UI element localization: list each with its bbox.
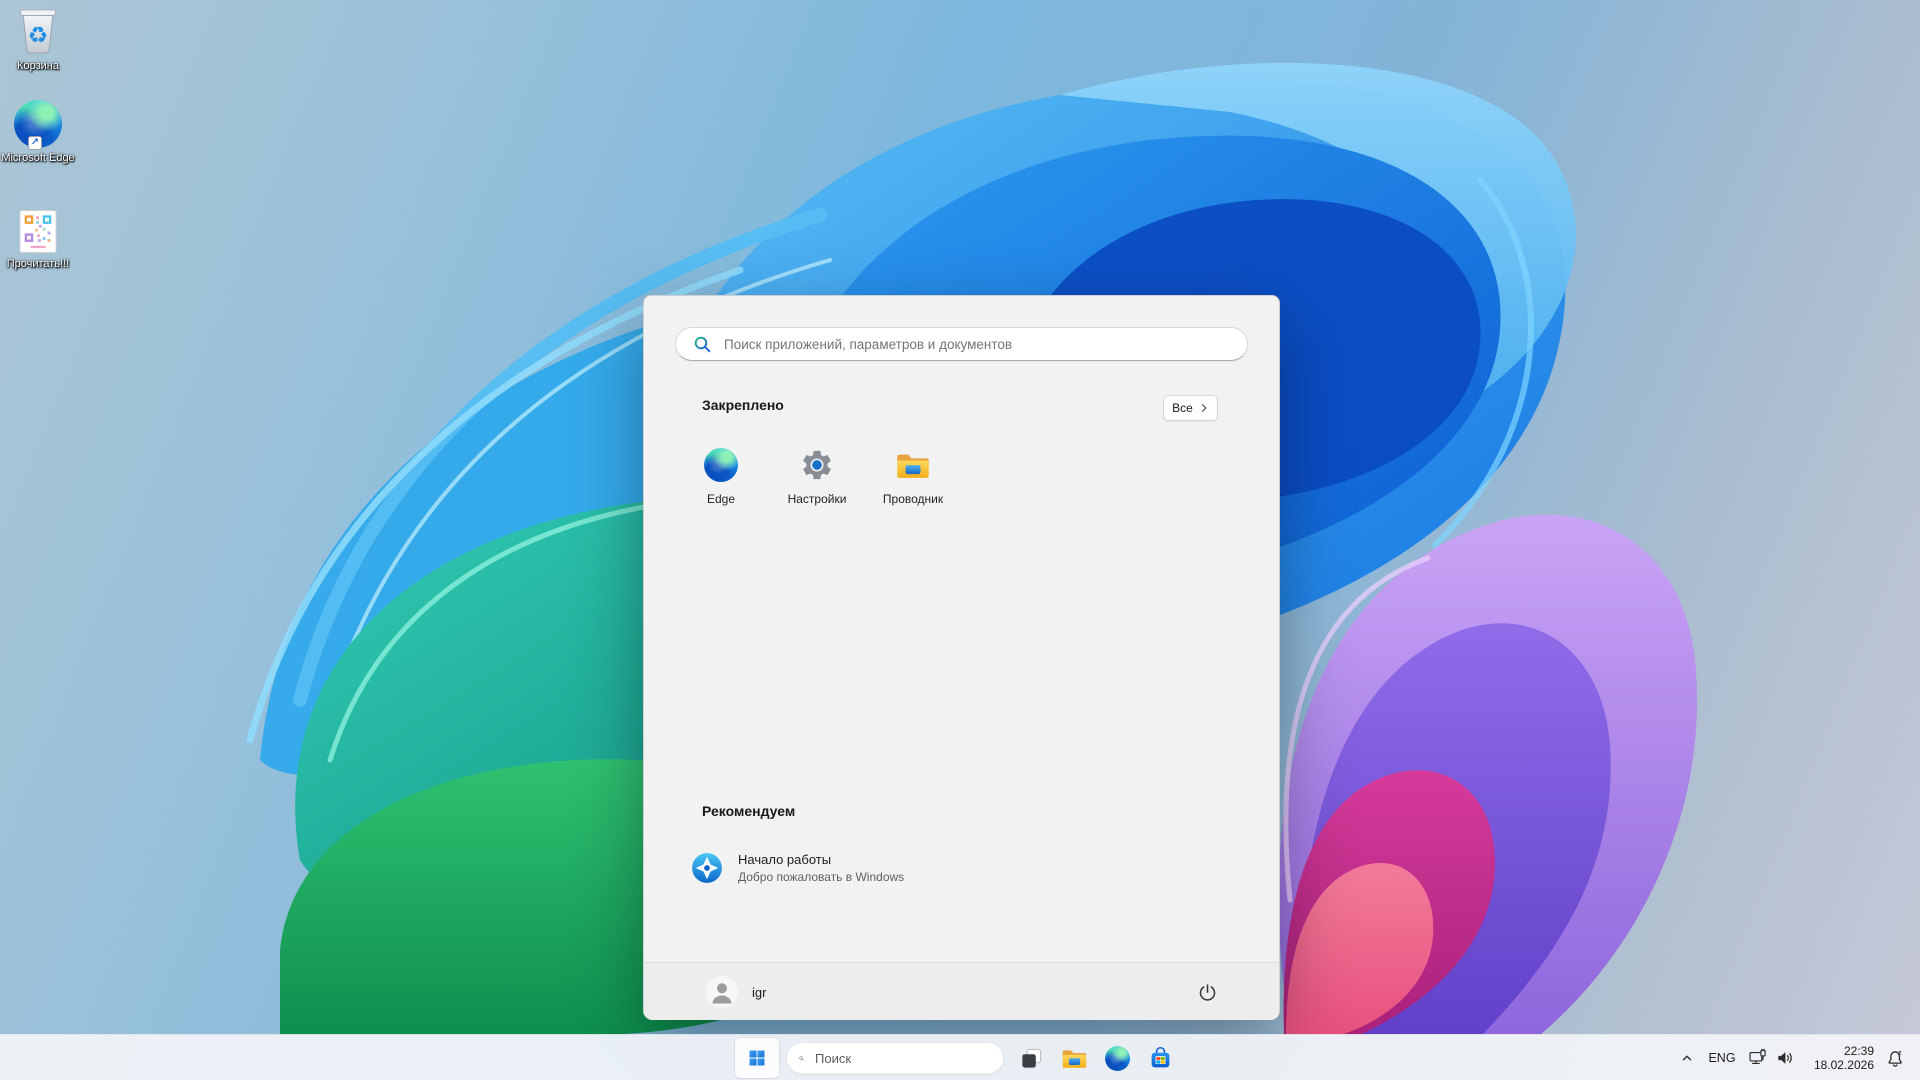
power-button[interactable] xyxy=(1187,972,1227,1012)
start-menu-footer: igr xyxy=(644,962,1279,1020)
search-icon xyxy=(693,335,712,354)
edge-browser-button[interactable] xyxy=(1097,1038,1137,1078)
tray-time: 22:39 xyxy=(1844,1044,1874,1059)
edge-logo-icon xyxy=(704,448,738,482)
clock-date-button[interactable]: 22:39 18.02.2026 xyxy=(1800,1038,1878,1078)
username-label: igr xyxy=(752,985,766,1000)
start-menu: Закреплено Все Edge Настройки xyxy=(643,295,1280,1019)
chevron-right-icon xyxy=(1199,403,1209,413)
desktop-icon-recycle-bin[interactable]: ♻ Корзина xyxy=(0,6,76,73)
recommended-item-title: Начало работы xyxy=(738,852,904,867)
user-avatar-icon xyxy=(706,976,738,1008)
task-view-button[interactable] xyxy=(1011,1038,1051,1078)
recommended-item-get-started[interactable]: Начало работы Добро пожаловать в Windows xyxy=(678,839,1008,897)
recommended-item-subtitle: Добро пожаловать в Windows xyxy=(738,870,904,884)
folder-icon xyxy=(895,450,931,481)
user-profile-button[interactable]: igr xyxy=(698,972,778,1012)
taskbar: ENG 22:39 18.02.2026 z xyxy=(0,1034,1920,1080)
task-view-icon xyxy=(1020,1047,1043,1070)
pinned-all-label: Все xyxy=(1172,401,1193,415)
pinned-section-title: Закреплено xyxy=(702,397,784,413)
edge-logo-icon xyxy=(1105,1046,1130,1071)
gear-icon xyxy=(800,448,834,482)
windows-logo-icon xyxy=(748,1049,766,1067)
start-search-input[interactable] xyxy=(712,337,1247,352)
network-ethernet-icon xyxy=(1748,1048,1768,1068)
notifications-button[interactable]: z xyxy=(1878,1038,1912,1078)
pinned-app-label: Проводник xyxy=(883,492,943,506)
language-indicator[interactable]: ENG xyxy=(1702,1038,1742,1078)
bell-dnd-icon: z xyxy=(1885,1048,1906,1069)
pinned-apps-grid: Edge Настройки Проводник xyxy=(673,434,961,526)
qr-image-icon xyxy=(19,209,57,254)
file-explorer-button[interactable] xyxy=(1054,1038,1094,1078)
desktop-icon-microsoft-edge[interactable]: ↗ Microsoft Edge xyxy=(0,100,76,165)
get-started-icon xyxy=(690,851,724,885)
chevron-up-icon xyxy=(1680,1051,1694,1065)
svg-text:♻: ♻ xyxy=(28,22,49,48)
recycle-bin-icon: ♻ xyxy=(16,6,60,56)
start-search-box xyxy=(675,327,1248,361)
pinned-app-explorer[interactable]: Проводник xyxy=(865,434,961,526)
taskbar-search-input[interactable] xyxy=(804,1051,1003,1066)
start-button[interactable] xyxy=(735,1038,779,1078)
power-icon xyxy=(1197,982,1218,1003)
pinned-app-settings[interactable]: Настройки xyxy=(769,434,865,526)
network-volume-button[interactable] xyxy=(1742,1038,1800,1078)
tray-overflow-button[interactable] xyxy=(1672,1038,1702,1078)
taskbar-search-box xyxy=(786,1042,1004,1074)
desktop-icon-label: Microsoft Edge xyxy=(1,152,74,165)
shortcut-arrow-icon: ↗ xyxy=(28,136,42,150)
desktop-icon-readme-file[interactable]: Прочитать!!! xyxy=(0,209,76,271)
desktop-icon-label: Корзина xyxy=(17,60,59,73)
pinned-all-button[interactable]: Все xyxy=(1163,395,1218,421)
recommended-section-title: Рекомендуем xyxy=(702,803,795,819)
folder-icon xyxy=(1061,1047,1088,1070)
volume-icon xyxy=(1775,1048,1795,1068)
system-tray: ENG 22:39 18.02.2026 z xyxy=(1672,1035,1912,1080)
store-icon xyxy=(1148,1046,1173,1071)
pinned-app-edge[interactable]: Edge xyxy=(673,434,769,526)
microsoft-store-button[interactable] xyxy=(1140,1038,1180,1078)
desktop-icon-label: Прочитать!!! xyxy=(7,258,70,271)
pinned-app-label: Edge xyxy=(707,492,735,506)
tray-date: 18.02.2026 xyxy=(1814,1058,1874,1073)
svg-text:z: z xyxy=(1898,1049,1902,1056)
pinned-app-label: Настройки xyxy=(788,492,847,506)
taskbar-center xyxy=(735,1035,1183,1080)
